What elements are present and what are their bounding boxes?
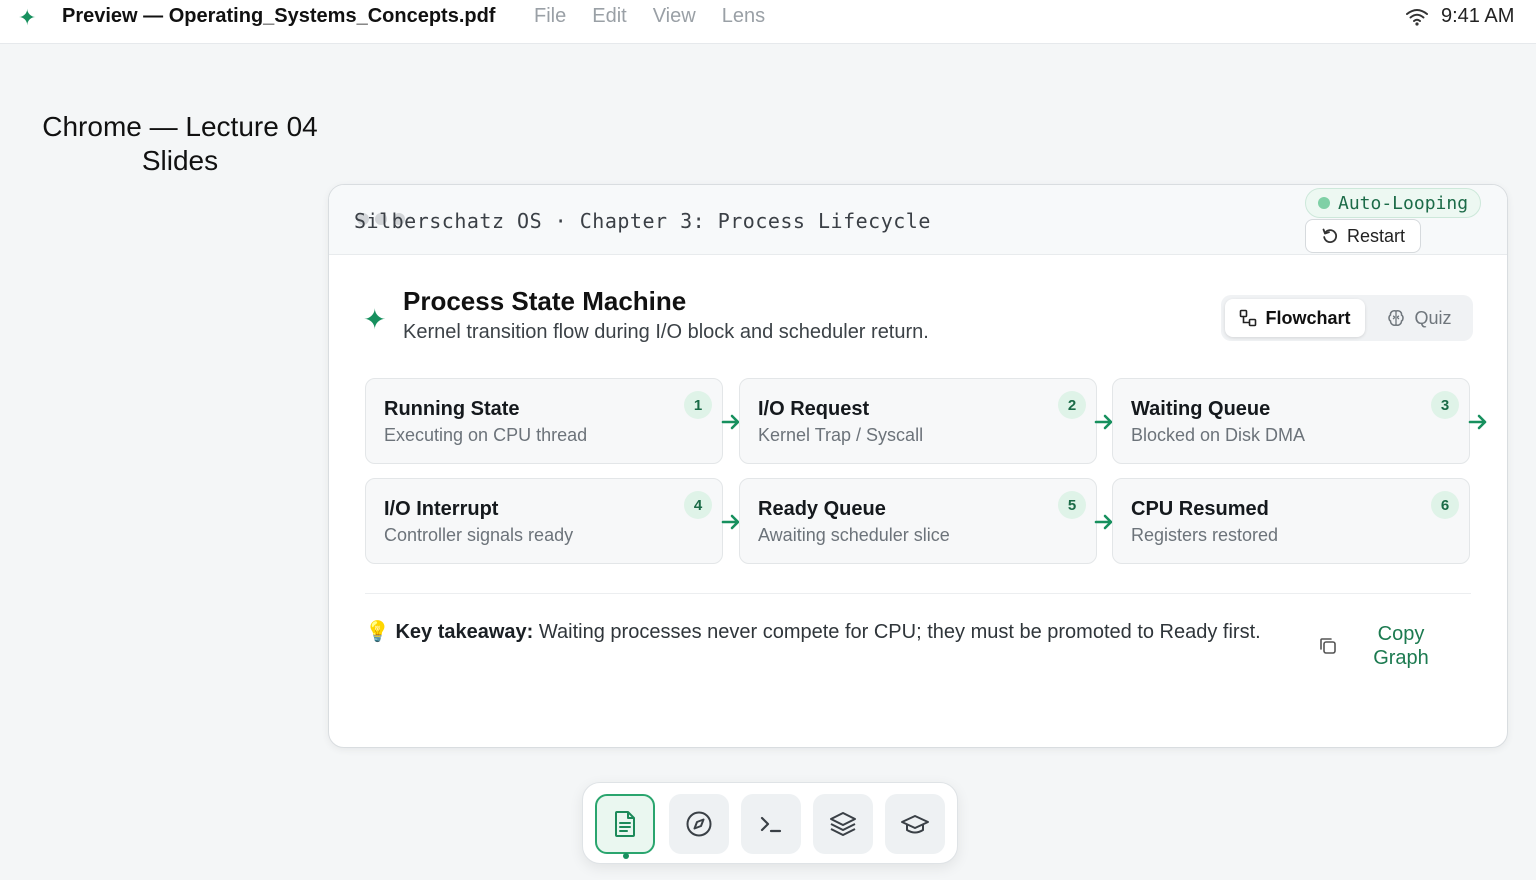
step-name: I/O Interrupt — [384, 498, 499, 520]
sparkle-icon: ✦ — [363, 304, 387, 335]
section-title: Process State Machine — [403, 286, 687, 316]
app-title: Preview — Operating_Systems_Concepts.pdf — [62, 5, 496, 27]
step-card-running-state[interactable]: Running State Executing on CPU thread 1 — [365, 378, 723, 464]
tab-flowchart-label: Flowchart — [1265, 307, 1351, 328]
step-desc: Registers restored — [1131, 525, 1279, 545]
step-card-io-request[interactable]: I/O Request Kernel Trap / Syscall 2 — [739, 378, 1097, 464]
step-desc: Controller signals ready — [384, 525, 574, 545]
flowchart-icon — [1240, 309, 1257, 327]
step-number-badge: 4 — [684, 491, 712, 519]
step-name: Ready Queue — [758, 498, 886, 520]
lightbulb-icon: 💡 — [365, 621, 390, 643]
card-header: Silberschatz OS · Chapter 3: Process Lif… — [329, 185, 1507, 255]
active-indicator — [623, 853, 629, 859]
auto-looping-badge: Auto-Looping — [1305, 188, 1482, 218]
divider — [365, 593, 1471, 594]
copy-graph-button[interactable]: Copy Graph — [1361, 622, 1441, 670]
dock-document[interactable] — [595, 794, 655, 854]
takeaway-label: Key takeaway: — [395, 621, 534, 643]
restart-button[interactable]: Restart — [1305, 219, 1421, 253]
tab-quiz[interactable]: Quiz — [1369, 299, 1469, 337]
dock-compass[interactable] — [669, 794, 729, 854]
section-subtitle: Kernel transition flow during I/O block … — [403, 321, 929, 343]
compass-icon — [686, 811, 712, 837]
step-card-io-interrupt[interactable]: I/O Interrupt Controller signals ready 4 — [365, 478, 723, 564]
clock: 9:41 AM — [1441, 5, 1515, 27]
restart-label: Restart — [1346, 225, 1406, 246]
step-card-cpu-resumed[interactable]: CPU Resumed Registers restored 6 — [1112, 478, 1470, 564]
graduation-cap-icon — [901, 815, 929, 834]
tab-flowchart[interactable]: Flowchart — [1225, 299, 1365, 337]
arrow-right-icon — [1468, 414, 1487, 430]
step-number-badge: 3 — [1431, 391, 1459, 419]
step-desc: Blocked on Disk DMA — [1131, 425, 1306, 445]
step-desc: Awaiting scheduler slice — [758, 525, 950, 545]
step-card-waiting-queue[interactable]: Waiting Queue Blocked on Disk DMA 3 — [1112, 378, 1470, 464]
sparkle-logo-icon: ✦ — [18, 5, 37, 30]
takeaway-text: Waiting processes never compete for CPU;… — [538, 621, 1261, 643]
step-desc: Kernel Trap / Syscall — [758, 425, 924, 445]
step-desc: Executing on CPU thread — [384, 425, 588, 445]
key-takeaway: 💡 Key takeaway: Waiting processes never … — [365, 619, 1315, 646]
dock-terminal[interactable] — [741, 794, 801, 854]
step-name: I/O Request — [758, 398, 870, 420]
menu-view[interactable]: View — [653, 5, 696, 28]
window-caption: Chrome — Lecture 04 Slides — [42, 111, 318, 176]
app-menu: File Edit View Lens — [534, 5, 765, 28]
terminal-icon — [760, 816, 782, 833]
restart-icon — [1322, 228, 1338, 243]
step-number-badge: 5 — [1058, 491, 1086, 519]
step-name: Waiting Queue — [1131, 398, 1271, 420]
layers-icon — [830, 812, 856, 836]
step-card-ready-queue[interactable]: Ready Queue Awaiting scheduler slice 5 — [739, 478, 1097, 564]
menu-file[interactable]: File — [534, 5, 566, 28]
step-name: CPU Resumed — [1131, 498, 1269, 520]
step-name: Running State — [384, 398, 520, 420]
step-number-badge: 2 — [1058, 391, 1086, 419]
status-dot-icon — [1318, 197, 1330, 209]
wifi-icon[interactable] — [1406, 8, 1428, 26]
dock-layers[interactable] — [813, 794, 873, 854]
lesson-card: Silberschatz OS · Chapter 3: Process Lif… — [328, 184, 1508, 748]
bottom-dock — [582, 782, 958, 864]
tab-quiz-label: Quiz — [1414, 307, 1452, 328]
menu-lens[interactable]: Lens — [722, 5, 765, 28]
dock-learn[interactable] — [885, 794, 945, 854]
step-number-badge: 1 — [684, 391, 712, 419]
copy-icon[interactable] — [1317, 635, 1339, 657]
view-toggle: Flowchart Quiz — [1221, 295, 1473, 341]
auto-looping-label: Auto-Looping — [1338, 192, 1469, 214]
step-number-badge: 6 — [1431, 491, 1459, 519]
breadcrumb: Silberschatz OS · Chapter 3: Process Lif… — [354, 209, 931, 233]
menu-bar: ✦ Preview — Operating_Systems_Concepts.p… — [0, 0, 1536, 44]
menu-edit[interactable]: Edit — [592, 5, 626, 28]
brain-icon — [1388, 310, 1405, 326]
document-icon — [615, 811, 635, 837]
